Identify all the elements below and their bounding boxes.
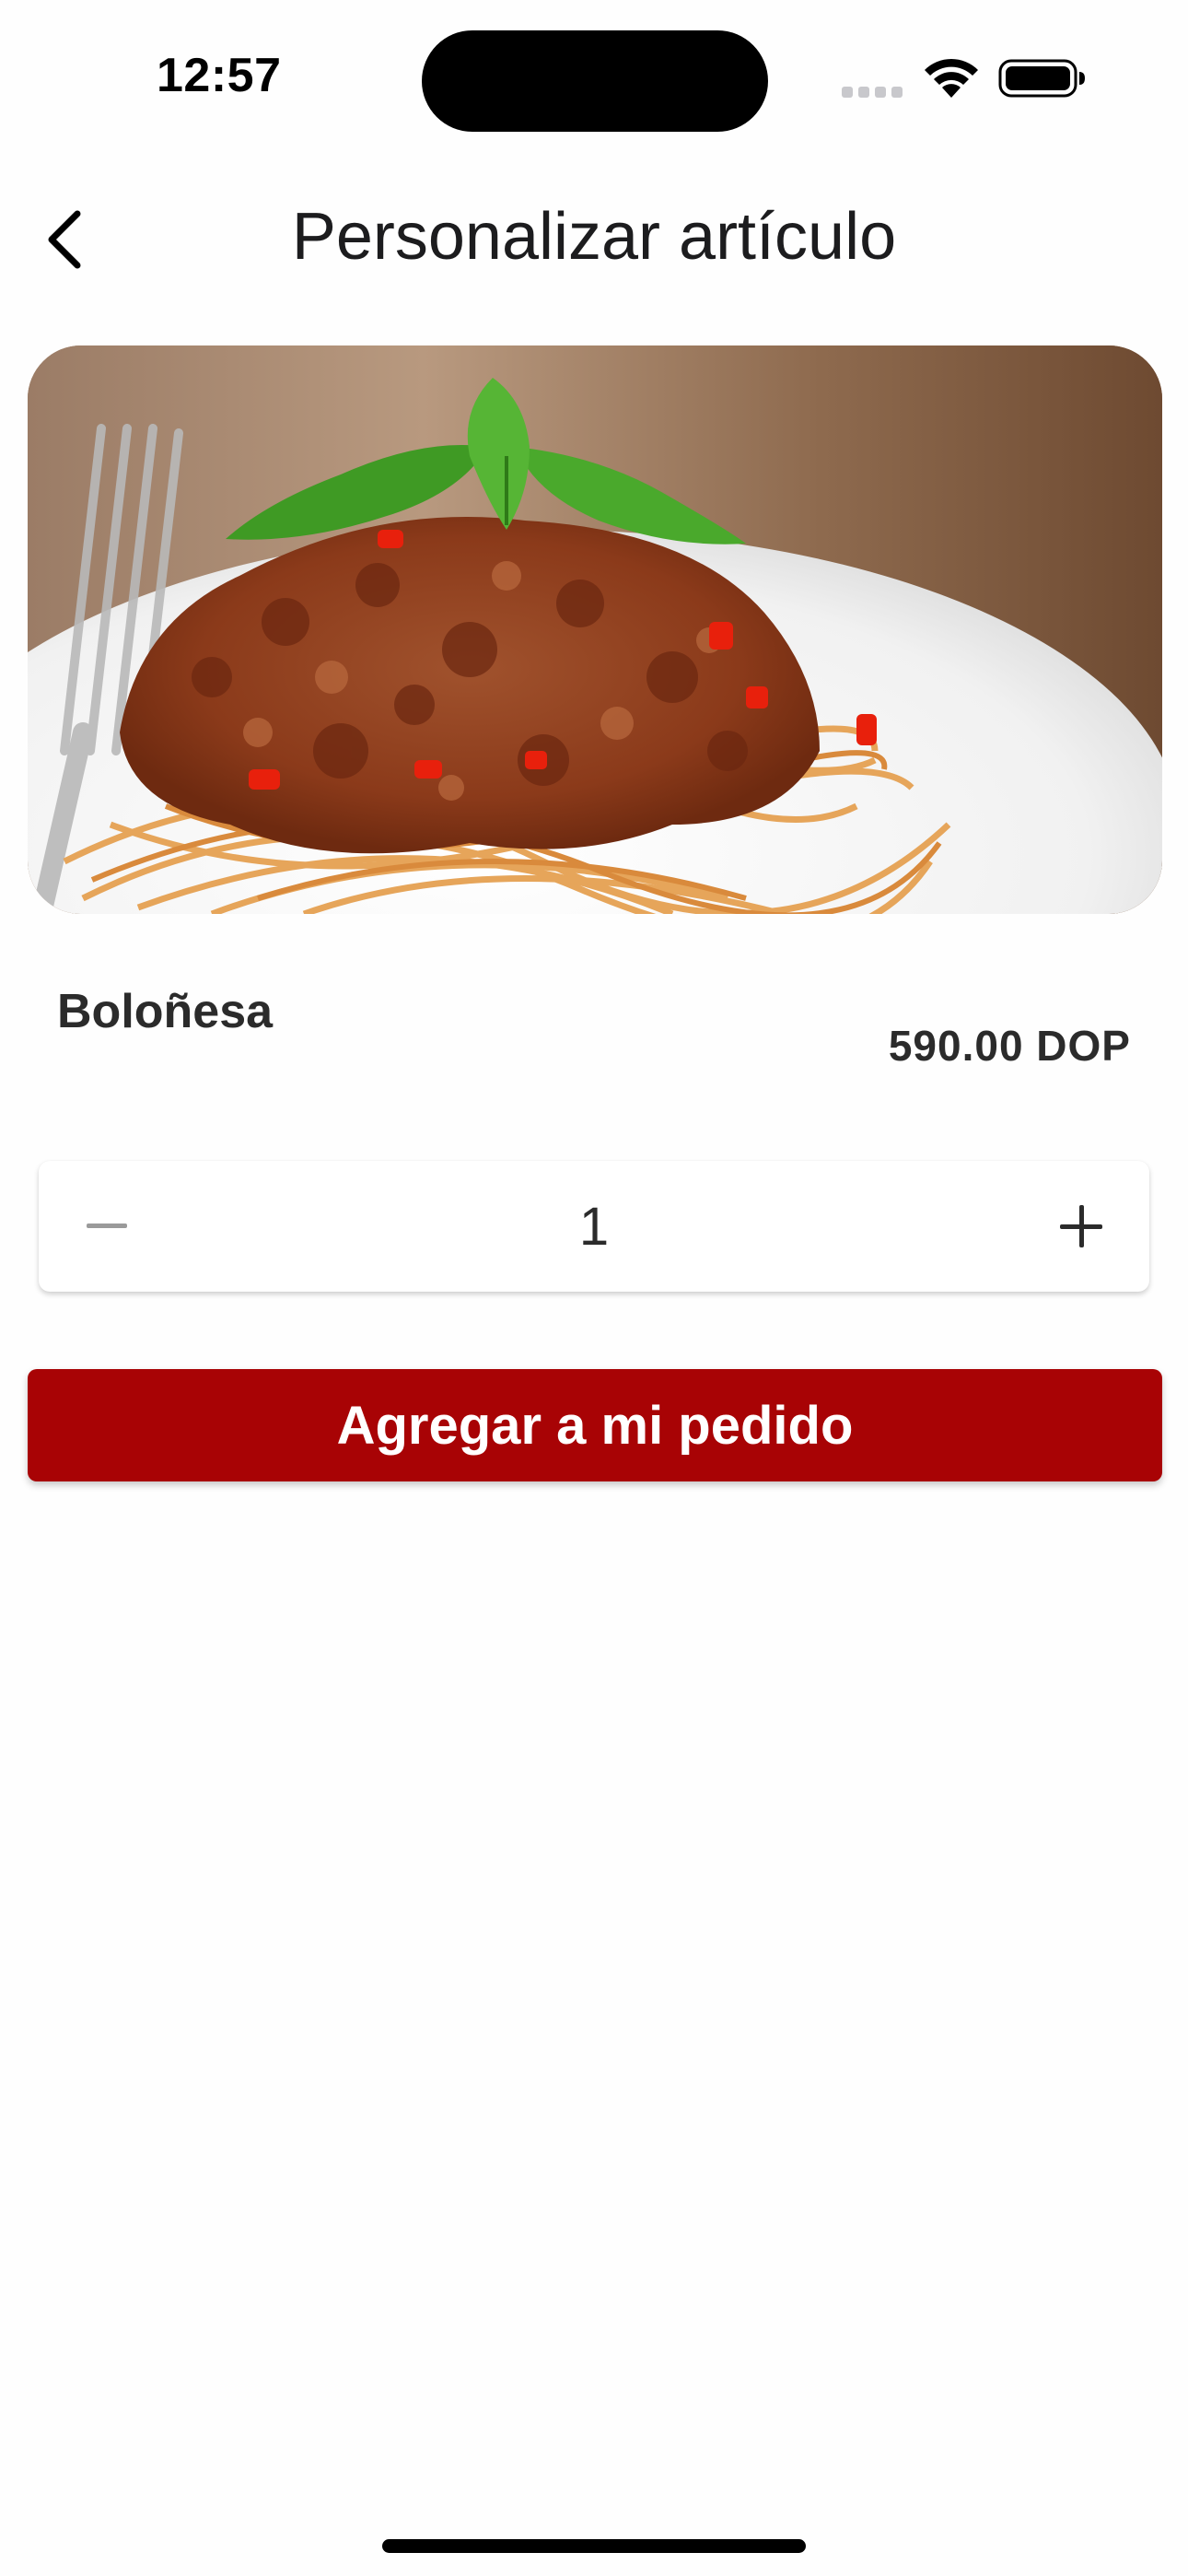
increase-quantity-button[interactable]: [1017, 1161, 1146, 1292]
battery-icon: [998, 59, 1085, 98]
wifi-icon: [925, 58, 978, 98]
product-price: 590.00 DOP: [888, 1022, 1131, 1070]
cellular-signal-icon: [842, 87, 903, 98]
home-indicator: [382, 2539, 806, 2553]
quantity-stepper: 1: [39, 1161, 1149, 1292]
product-name: Boloñesa: [57, 985, 274, 1038]
product-image: [28, 345, 1162, 914]
dynamic-island: [422, 30, 768, 132]
quantity-value: 1: [578, 1197, 610, 1257]
add-to-order-button[interactable]: Agregar a mi pedido: [28, 1369, 1162, 1481]
status-time: 12:57: [157, 49, 282, 102]
plus-icon: [1060, 1205, 1102, 1247]
page-title: Personalizar artículo: [291, 200, 897, 274]
status-icons: [842, 58, 1087, 100]
